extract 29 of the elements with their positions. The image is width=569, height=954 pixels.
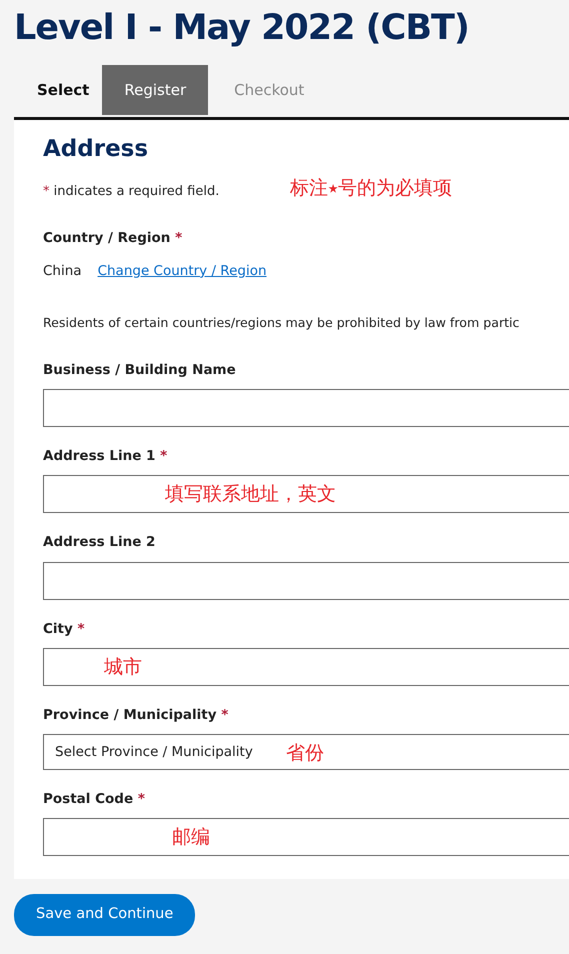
field-label: Address Line 1 * — [43, 447, 168, 466]
step-tab[interactable]: Checkout — [221, 65, 318, 115]
annotation-text: 城市 — [104, 654, 142, 680]
notice-text: Residents of certain countries/regions may be prohibited by law from partic — [43, 314, 520, 332]
annotation-text: 省份 — [286, 741, 324, 766]
page-title: Level I - May 2022 (CBT) — [13, 7, 470, 50]
select-value: Select Province / Municipality — [55, 743, 253, 762]
text-input-field[interactable] — [43, 389, 569, 428]
field-label: City * — [43, 620, 86, 639]
field-label: Address Line 2 — [43, 533, 156, 552]
text-input-field[interactable] — [43, 562, 569, 600]
save-continue-button[interactable]: Save and Continue — [14, 894, 196, 936]
country-value: China — [43, 262, 82, 281]
field-label: Business / Building Name — [43, 360, 237, 380]
text-input-field[interactable]: 填写联系地址，英文 — [43, 475, 569, 514]
text-input-field[interactable]: 城市 — [43, 648, 569, 686]
province-select[interactable]: Select Province / Municipality 省份 — [43, 734, 569, 770]
step-tab[interactable]: Register — [102, 65, 208, 115]
field-label: Postal Code * — [43, 790, 146, 810]
text-input-field[interactable]: 邮编 — [43, 818, 569, 856]
change-country-link[interactable]: Change Country / Region — [98, 260, 267, 282]
annotation-text: 邮编 — [172, 825, 210, 850]
required-note: * indicates a required field. — [43, 182, 220, 201]
step-tab[interactable]: Select — [24, 65, 102, 115]
annotation-text: 填写联系地址，英文 — [165, 482, 336, 508]
field-label: Province / Municipality * — [43, 706, 230, 725]
section-heading: Address — [43, 136, 150, 164]
field-label: Country / Region * — [43, 228, 184, 248]
annotation-text: 标注⭑号的为必填项 — [290, 176, 452, 201]
